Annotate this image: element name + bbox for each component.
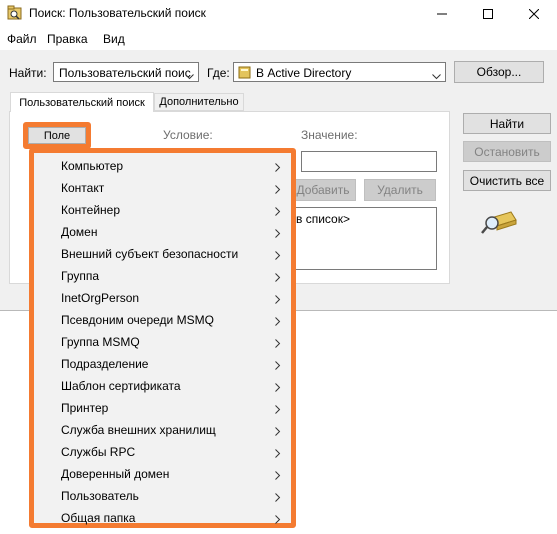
menu-item-foreign-security-principal[interactable]: Внешний субъект безопасности <box>34 243 291 265</box>
find-label: Найти: <box>9 66 47 80</box>
field-button[interactable]: Поле <box>28 127 86 144</box>
menu-item-label: InetOrgPerson <box>61 291 140 305</box>
menu-edit[interactable]: Правка <box>47 32 88 46</box>
menu-item-computer[interactable]: Компьютер <box>34 155 291 177</box>
chevron-right-icon <box>275 183 281 197</box>
menu-item-container[interactable]: Контейнер <box>34 199 291 221</box>
tab-custom-search[interactable]: Пользовательский поиск <box>10 92 154 112</box>
menu-item-label: Принтер <box>61 401 109 415</box>
remove-button[interactable]: Удалить <box>364 179 436 201</box>
chevron-right-icon <box>275 161 281 175</box>
menu-item-label: Группа MSMQ <box>61 335 140 349</box>
menu-item-rpc-services[interactable]: Службы RPC <box>34 441 291 463</box>
chevron-right-icon <box>275 447 281 461</box>
conditions-list[interactable]: в список> <box>290 207 437 270</box>
menu-view[interactable]: Вид <box>103 32 125 46</box>
menu-item-label: Служба внешних хранилищ <box>61 423 216 437</box>
chevron-down-icon <box>432 69 441 83</box>
menu-item-label: Подразделение <box>61 357 149 371</box>
chevron-right-icon <box>275 491 281 505</box>
where-value: В Active Directory <box>256 66 352 80</box>
chevron-right-icon <box>275 315 281 329</box>
chevron-right-icon <box>275 271 281 285</box>
chevron-right-icon <box>275 205 281 219</box>
stop-button[interactable]: Остановить <box>463 141 551 162</box>
chevron-right-icon <box>275 513 281 527</box>
chevron-right-icon <box>275 337 281 351</box>
clear-all-button[interactable]: Очистить все <box>463 170 551 191</box>
close-button[interactable] <box>511 0 557 28</box>
chevron-right-icon <box>275 227 281 241</box>
menu-item-msmq-group[interactable]: Группа MSMQ <box>34 331 291 353</box>
title-bar: Поиск: Пользовательский поиск <box>0 0 557 28</box>
menu-bar: Файл Правка Вид <box>0 28 557 50</box>
menu-item-contact[interactable]: Контакт <box>34 177 291 199</box>
add-button[interactable]: Добавить <box>290 179 356 201</box>
close-icon <box>529 9 539 19</box>
field-dropdown-menu: Компьютер Контакт Контейнер Домен Внешни… <box>29 148 296 528</box>
menu-item-label: Домен <box>61 225 98 239</box>
menu-item-domain[interactable]: Домен <box>34 221 291 243</box>
search-app-icon <box>7 5 23 21</box>
chevron-right-icon <box>275 469 281 483</box>
minimize-icon <box>437 13 447 15</box>
chevron-right-icon <box>275 249 281 263</box>
tab-advanced[interactable]: Дополнительно <box>154 93 244 111</box>
menu-file[interactable]: Файл <box>7 32 37 46</box>
find-type-value: Пользовательский поис <box>59 66 191 80</box>
menu-item-label: Контейнер <box>61 203 121 217</box>
menu-item-shared-folder[interactable]: Общая папка <box>34 507 291 529</box>
menu-item-label: Компьютер <box>61 159 124 173</box>
chevron-down-icon <box>185 69 194 83</box>
conditions-list-hint: в список> <box>296 212 350 226</box>
chevron-right-icon <box>275 293 281 307</box>
menu-item-label: Пользователь <box>61 489 139 503</box>
maximize-button[interactable] <box>465 0 511 28</box>
menu-item-label: Службы RPC <box>61 445 136 459</box>
condition-label: Условие: <box>163 128 213 142</box>
menu-item-label: Группа <box>61 269 100 283</box>
search-magnifier-icon <box>481 208 517 239</box>
menu-item-certificate-template[interactable]: Шаблон сертификата <box>34 375 291 397</box>
chevron-right-icon <box>275 425 281 439</box>
menu-item-label: Общая папка <box>61 511 136 525</box>
menu-item-label: Шаблон сертификата <box>61 379 181 393</box>
find-type-select[interactable]: Пользовательский поис <box>53 62 199 82</box>
chevron-right-icon <box>275 403 281 417</box>
find-now-button[interactable]: Найти <box>463 113 551 134</box>
menu-item-trusted-domain[interactable]: Доверенный домен <box>34 463 291 485</box>
menu-item-user[interactable]: Пользователь <box>34 485 291 507</box>
menu-item-msmq-queue-alias[interactable]: Псевдоним очереди MSMQ <box>34 309 291 331</box>
chevron-right-icon <box>275 381 281 395</box>
menu-item-inetorgperson[interactable]: InetOrgPerson <box>34 287 291 309</box>
menu-item-label: Доверенный домен <box>61 467 170 481</box>
browse-button[interactable]: Обзор... <box>454 61 544 83</box>
menu-item-group[interactable]: Группа <box>34 265 291 287</box>
maximize-icon <box>483 9 493 19</box>
menu-item-organizational-unit[interactable]: Подразделение <box>34 353 291 375</box>
window-title: Поиск: Пользовательский поиск <box>29 6 206 20</box>
menu-item-label: Контакт <box>61 181 105 195</box>
menu-item-label: Псевдоним очереди MSMQ <box>61 313 214 327</box>
where-select[interactable]: В Active Directory <box>233 62 446 82</box>
value-input[interactable] <box>301 151 437 172</box>
menu-item-printer[interactable]: Принтер <box>34 397 291 419</box>
minimize-button[interactable] <box>419 0 465 28</box>
menu-item-remote-storage-service[interactable]: Служба внешних хранилищ <box>34 419 291 441</box>
value-label: Значение: <box>301 128 358 142</box>
chevron-right-icon <box>275 359 281 373</box>
menu-item-label: Внешний субъект безопасности <box>61 247 239 261</box>
directory-icon <box>238 66 251 82</box>
where-label: Где: <box>207 66 230 80</box>
